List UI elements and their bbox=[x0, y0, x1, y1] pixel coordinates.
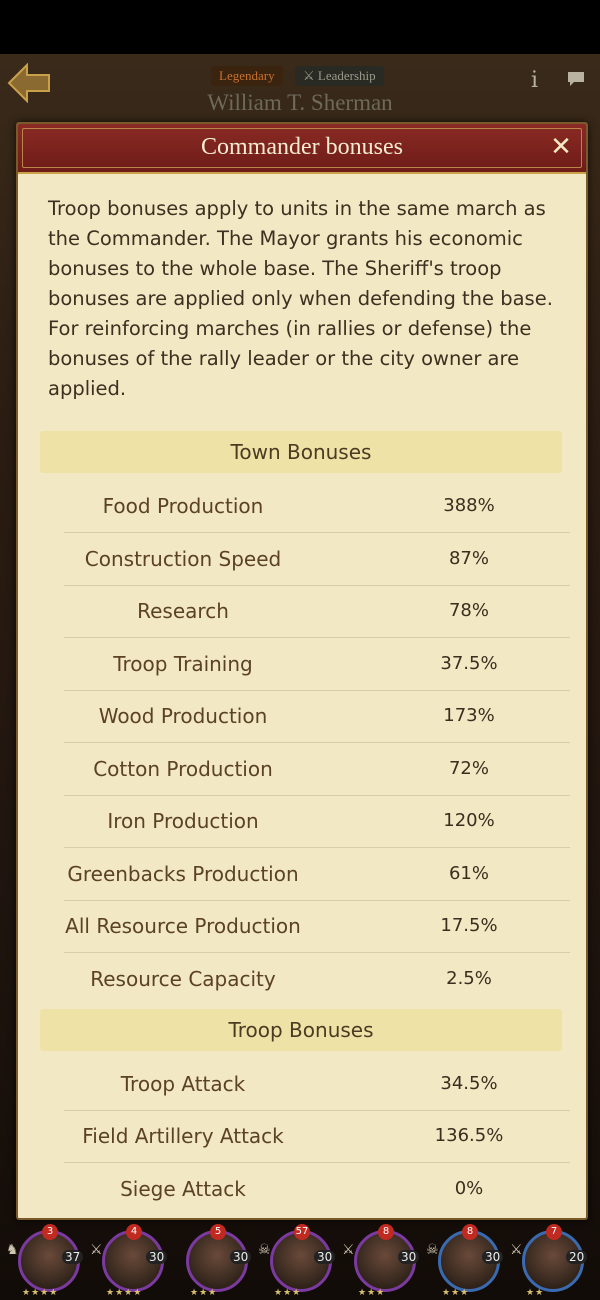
type-tag: ⚔ Leadership bbox=[295, 66, 384, 86]
portrait-stars: ★★★ bbox=[190, 1288, 218, 1298]
portrait-badge: 5 bbox=[210, 1224, 226, 1240]
cavalry-icon: ♞ bbox=[6, 1242, 19, 1258]
commander-portrait[interactable]: ☠ 57 30 ★★★ bbox=[258, 1224, 336, 1298]
bonus-value: 37.5% bbox=[440, 653, 498, 674]
commander-bonuses-modal: Commander bonuses ✕ Troop bonuses apply … bbox=[16, 122, 588, 1220]
modal-title: Commander bonuses bbox=[201, 134, 403, 160]
modal-header: Commander bonuses ✕ bbox=[18, 124, 586, 174]
bonus-value: 0% bbox=[454, 1178, 484, 1199]
bonus-label: Resource Capacity bbox=[90, 967, 276, 991]
bonus-label: Troop Attack bbox=[120, 1072, 246, 1096]
portrait-level: 20 bbox=[566, 1250, 588, 1264]
bonus-description: Troop bonuses apply to units in the same… bbox=[48, 197, 553, 400]
bonus-label: Iron Production bbox=[107, 809, 259, 833]
bonus-value: 61% bbox=[448, 863, 489, 884]
commander-portrait[interactable]: ♞ 3 37 ★★★★ bbox=[6, 1224, 84, 1298]
bonus-row: Cotton Production 72% bbox=[64, 743, 570, 796]
portrait-level: 30 bbox=[482, 1250, 504, 1264]
bonus-value: 78% bbox=[448, 600, 489, 621]
bonus-label: Food Production bbox=[102, 494, 264, 518]
portrait-level: 30 bbox=[398, 1250, 420, 1264]
bonus-row: Troop Training 37.5% bbox=[64, 638, 570, 691]
bonus-value: 34.5% bbox=[440, 1073, 498, 1094]
close-icon: ✕ bbox=[550, 132, 572, 162]
rarity-tag: Legendary bbox=[211, 66, 283, 86]
bonus-value: 17.5% bbox=[440, 915, 498, 936]
chat-icon[interactable] bbox=[566, 70, 586, 92]
bonus-value: 72% bbox=[448, 758, 489, 779]
portrait-badge: 8 bbox=[378, 1224, 394, 1240]
sword-icon: ⚔ bbox=[90, 1242, 103, 1258]
type-tag-label: Leadership bbox=[317, 68, 376, 83]
commander-portrait[interactable]: ☠ 8 30 ★★★ bbox=[426, 1224, 504, 1298]
bonus-label: Research bbox=[137, 599, 229, 623]
portrait-badge: 4 bbox=[126, 1224, 142, 1240]
bonus-row: Iron Production 120% bbox=[64, 795, 570, 848]
portrait-stars: ★★★★ bbox=[22, 1288, 59, 1298]
bonus-row: Siege Attack 0% bbox=[64, 1163, 570, 1215]
skull-icon: ☠ bbox=[426, 1242, 439, 1258]
close-button[interactable]: ✕ bbox=[546, 132, 576, 162]
bonus-row: All Resource Production 17.5% bbox=[64, 900, 570, 953]
portrait-stars: ★★★ bbox=[358, 1288, 386, 1298]
bonus-label: Field Artillery Attack bbox=[82, 1124, 284, 1148]
troop-bonuses-header: Troop Bonuses bbox=[40, 1009, 562, 1051]
commander-portrait[interactable]: ⚔ 8 30 ★★★ bbox=[342, 1224, 420, 1298]
bonus-label: Greenbacks Production bbox=[67, 862, 299, 886]
bonus-row: Troop Attack 34.5% bbox=[64, 1058, 570, 1111]
portrait-stars: ★★ bbox=[526, 1288, 545, 1298]
bonus-label: Siege Attack bbox=[120, 1177, 246, 1201]
portrait-badge: 3 bbox=[42, 1224, 58, 1240]
commander-portrait[interactable]: 5 30 ★★★ bbox=[178, 1224, 252, 1298]
bonus-row: Construction Speed 87% bbox=[64, 533, 570, 586]
portrait-level: 30 bbox=[146, 1250, 168, 1264]
commander-portrait[interactable]: ⚔ 4 30 ★★★★ bbox=[90, 1224, 168, 1298]
bonus-row: Food Production 388% bbox=[64, 480, 570, 533]
leadership-icon: ⚔ bbox=[303, 68, 315, 83]
bonus-row: Field Artillery Attack 136.5% bbox=[64, 1110, 570, 1163]
town-bonuses-header: Town Bonuses bbox=[40, 431, 562, 473]
bonus-row: Greenbacks Production 61% bbox=[64, 848, 570, 901]
bonus-value: 173% bbox=[443, 705, 495, 726]
info-icon[interactable]: i bbox=[531, 68, 538, 93]
bonus-label: Cotton Production bbox=[93, 757, 273, 781]
bonus-row: Resource Capacity 2.5% bbox=[64, 953, 570, 1005]
commander-name: William T. Sherman bbox=[207, 90, 393, 115]
portrait-level: 37 bbox=[62, 1250, 84, 1264]
sword-icon: ⚔ bbox=[342, 1242, 355, 1258]
portrait-level: 30 bbox=[230, 1250, 252, 1264]
bonus-row: Wood Production 173% bbox=[64, 690, 570, 743]
portrait-stars: ★★★ bbox=[274, 1288, 302, 1298]
bonus-row: Research 78% bbox=[64, 585, 570, 638]
portrait-stars: ★★★ bbox=[442, 1288, 470, 1298]
portrait-badge: 57 bbox=[294, 1224, 310, 1240]
commander-portrait-bar: ♞ 3 37 ★★★★ ⚔ 4 30 ★★★★ 5 30 ★★★ ☠ 57 30… bbox=[0, 1218, 600, 1300]
portrait-badge: 8 bbox=[462, 1224, 478, 1240]
bonus-value: 136.5% bbox=[434, 1125, 504, 1146]
portrait-badge: 7 bbox=[546, 1224, 562, 1240]
bonus-value: 87% bbox=[448, 548, 489, 569]
sword-icon: ⚔ bbox=[510, 1242, 523, 1258]
bonus-value: 388% bbox=[443, 495, 495, 516]
commander-portrait[interactable]: ⚔ 7 20 ★★ bbox=[510, 1224, 588, 1298]
skull-icon: ☠ bbox=[258, 1242, 271, 1258]
bonus-value: 2.5% bbox=[446, 968, 492, 989]
bonus-label: Construction Speed bbox=[84, 547, 282, 571]
bonus-label: Wood Production bbox=[98, 704, 268, 728]
bonus-label: Troop Training bbox=[113, 652, 253, 676]
bonus-label: All Resource Production bbox=[65, 914, 301, 938]
portrait-stars: ★★★★ bbox=[106, 1288, 143, 1298]
portrait-level: 30 bbox=[314, 1250, 336, 1264]
bonus-value: 120% bbox=[443, 810, 495, 831]
